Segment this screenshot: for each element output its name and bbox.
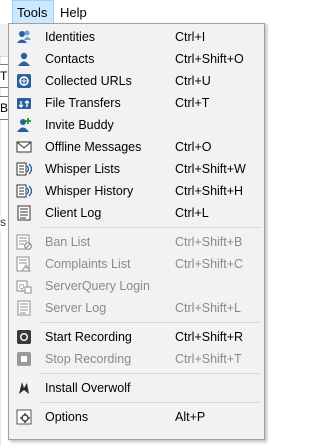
menu-item-file-transfers[interactable]: File Transfers Ctrl+T [11, 92, 262, 114]
record-start-icon [16, 329, 32, 345]
overwolf-icon [16, 380, 32, 396]
background-text-fragment: s [0, 215, 8, 231]
menu-item-shortcut: Ctrl+Shift+H [175, 184, 244, 198]
menu-item-server-log: Server Log Ctrl+Shift+L [11, 297, 262, 319]
menu-item-shortcut: Ctrl+Shift+L [175, 301, 242, 315]
options-icon [16, 409, 32, 425]
menu-item-shortcut: Ctrl+Shift+W [175, 162, 246, 176]
complaints-icon [16, 256, 32, 272]
menu-item-shortcut: Ctrl+Shift+B [175, 235, 243, 249]
client-log-icon [16, 205, 32, 221]
menu-item-options[interactable]: Options Alt+P [11, 406, 262, 428]
urls-icon [16, 73, 32, 89]
menu-item-stop-recording: Stop Recording Ctrl+Shift+T [11, 348, 262, 370]
whisper-history-icon [16, 183, 33, 199]
toolbar-fragment [0, 24, 8, 57]
menu-item-serverquery-login: Q ServerQuery Login [11, 275, 262, 297]
menu-item-label: Complaints List [45, 257, 131, 271]
menu-separator [39, 373, 260, 374]
invite-buddy-icon [16, 117, 32, 133]
menu-item-shortcut: Ctrl+Shift+T [175, 352, 242, 366]
menu-item-collected-urls[interactable]: Collected URLs Ctrl+U [11, 70, 262, 92]
server-log-icon [16, 300, 32, 316]
menu-item-install-overwolf[interactable]: Install Overwolf [11, 377, 262, 399]
menu-tools[interactable]: Tools [12, 0, 54, 24]
menu-item-label: Ban List [45, 235, 91, 249]
menu-item-identities[interactable]: Identities Ctrl+I [11, 26, 262, 48]
menu-item-shortcut: Ctrl+I [175, 30, 206, 44]
menu-item-whisper-history[interactable]: Whisper History Ctrl+Shift+H [11, 180, 262, 202]
menu-separator [39, 402, 260, 403]
menu-item-label: Stop Recording [45, 352, 132, 366]
menu-item-shortcut: Ctrl+Shift+C [175, 257, 244, 271]
menu-item-label: Server Log [45, 301, 107, 315]
app-window: T BT s Tools Help IdentitiesCtrl+IContac… [0, 0, 269, 446]
menu-item-client-log[interactable]: Client Log Ctrl+L [11, 202, 262, 224]
envelope-icon [16, 139, 32, 155]
record-stop-icon [16, 351, 32, 367]
menu-item-offline-messages[interactable]: Offline Messages Ctrl+O [11, 136, 262, 158]
menu-item-invite-buddy[interactable]: Invite Buddy [11, 114, 262, 136]
menu-item-label: Whisper Lists [45, 162, 121, 176]
menu-item-label: Whisper History [45, 184, 134, 198]
menu-item-label: ServerQuery Login [45, 279, 150, 293]
menu-item-label: Contacts [45, 52, 95, 66]
menu-item-whisper-lists[interactable]: Whisper Lists Ctrl+Shift+W [11, 158, 262, 180]
identities-icon [16, 29, 32, 45]
file-transfer-icon [16, 95, 32, 111]
menu-item-complaints-list: Complaints List Ctrl+Shift+C [11, 253, 262, 275]
menu-separator [39, 322, 260, 323]
whisper-lists-icon [16, 161, 33, 177]
menu-item-shortcut: Ctrl+T [175, 96, 210, 110]
menu-item-contacts[interactable]: Contacts Ctrl+Shift+O [11, 48, 262, 70]
background-text: s [0, 215, 6, 229]
menu-item-label: Collected URLs [45, 74, 132, 88]
menu-item-ban-list: Ban List Ctrl+Shift+B [11, 231, 262, 253]
background-input-text: T [0, 69, 8, 83]
menu-item-label: Identities [45, 30, 96, 44]
menu-item-label: File Transfers [45, 96, 121, 110]
menu-item-label: Options [45, 410, 89, 424]
svg-text:Q: Q [19, 284, 25, 291]
menu-item-shortcut: Ctrl+L [175, 206, 209, 220]
tools-dropdown-menu: Identities Ctrl+I Contacts Ctrl+Shift+O Coll… [8, 23, 265, 440]
menu-item-start-recording[interactable]: Start Recording Ctrl+Shift+R [11, 326, 262, 348]
menu-item-label: Invite Buddy [45, 118, 114, 132]
menu-item-shortcut: Ctrl+O [175, 140, 212, 154]
menu-item-label: Install Overwolf [45, 381, 131, 395]
menu-item-shortcut: Alt+P [175, 410, 206, 424]
menu-item-shortcut: Ctrl+Shift+R [175, 330, 244, 344]
menu-help[interactable]: Help [56, 0, 91, 24]
menu-separator [39, 227, 260, 228]
menu-item-label: Start Recording [45, 330, 132, 344]
contacts-icon [16, 51, 32, 67]
serverquery-icon: Q [16, 278, 32, 294]
menu-item-label: Client Log [45, 206, 102, 220]
ban-list-icon [16, 234, 32, 250]
menu-item-shortcut: Ctrl+U [175, 74, 211, 88]
menu-item-shortcut: Ctrl+Shift+O [175, 52, 244, 66]
menu-item-label: Offline Messages [45, 140, 142, 154]
menu-bar: Tools Help [0, 0, 269, 25]
